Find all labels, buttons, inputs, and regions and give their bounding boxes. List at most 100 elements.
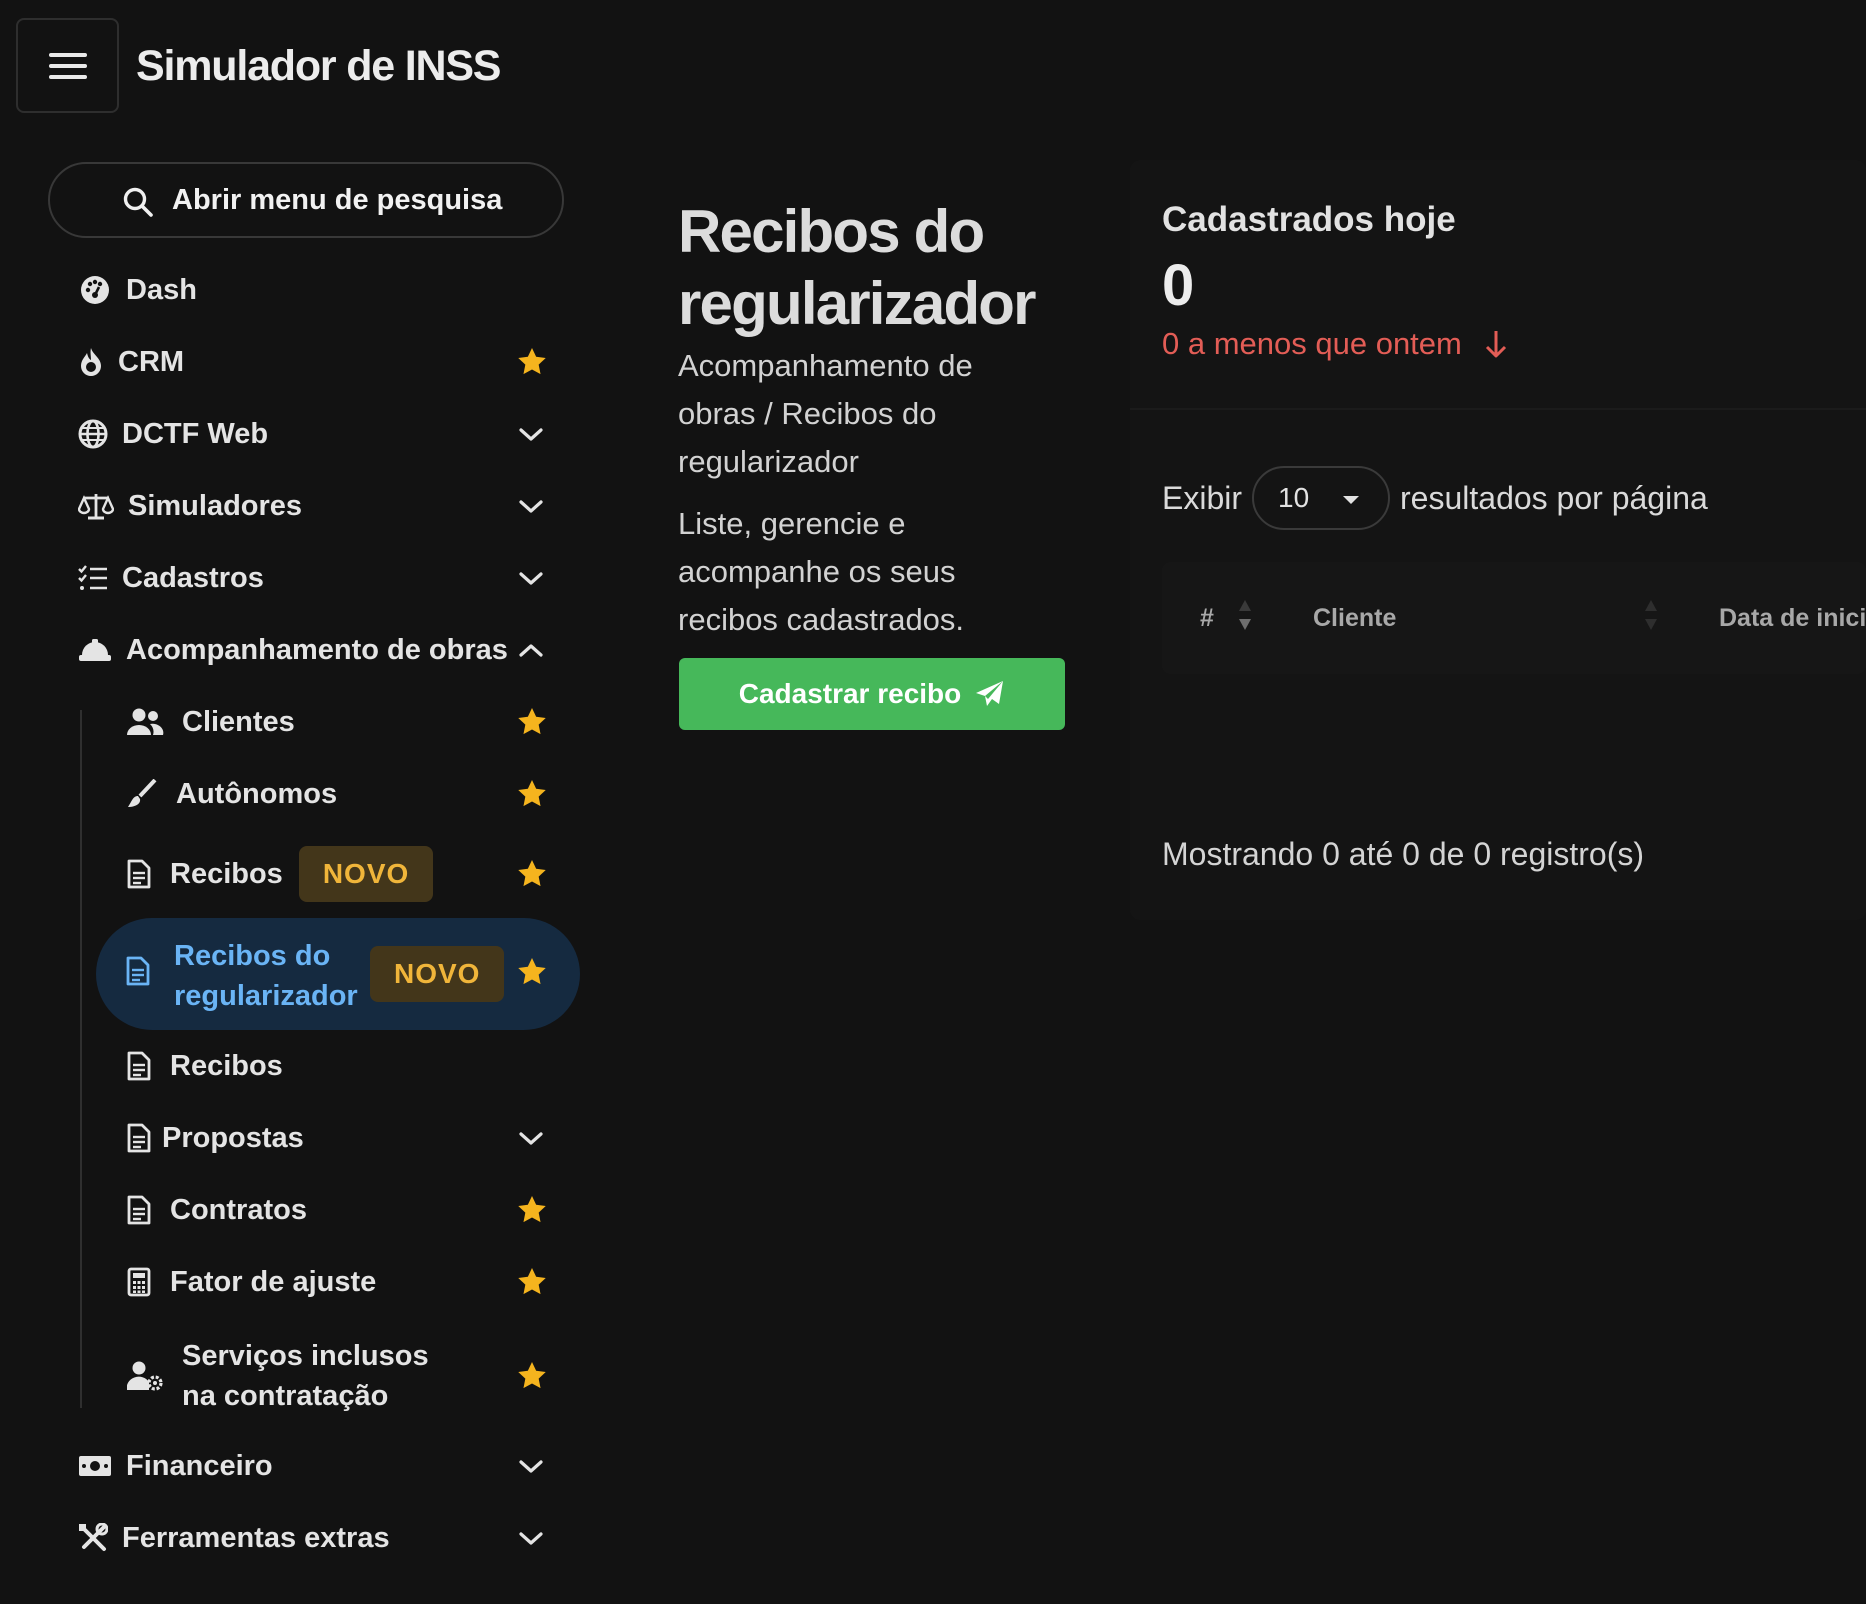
column-header-data-de-inicio[interactable]: Data de inici (1719, 604, 1866, 633)
sidebar-subitem-fator-de-ajuste[interactable]: Fator de ajuste (126, 1252, 558, 1312)
table-header: # Cliente Data de inici (1162, 562, 1866, 674)
document-icon (126, 1121, 152, 1155)
search-menu-button[interactable]: Abrir menu de pesquisa (48, 162, 564, 238)
page-title: Recibos do regularizador (678, 198, 1037, 337)
sidebar-item-label: Recibos (170, 857, 283, 890)
menu-toggle-button[interactable] (16, 18, 119, 113)
chevron-down-icon (518, 1126, 544, 1150)
sidebar-item-label: Dash (126, 273, 197, 306)
new-badge: NOVO (298, 846, 434, 902)
caret-down-icon (1342, 495, 1360, 505)
hard-hat-icon (78, 633, 112, 667)
sidebar-item-label: Ferramentas extras (122, 1521, 390, 1554)
sidebar-item-label: Autônomos (176, 777, 338, 810)
sidebar-item-label: Fator de ajuste (170, 1265, 377, 1298)
dashboard-icon (78, 273, 112, 307)
chevron-down-icon (518, 422, 544, 446)
per-page-label: resultados por página (1400, 479, 1708, 516)
sidebar-item-label: DCTF Web (122, 417, 269, 450)
stat-delta-text: 0 a menos que ontem (1162, 326, 1462, 361)
star-icon[interactable] (516, 346, 548, 378)
cadastrar-recibo-label: Cadastrar recibo (738, 678, 962, 709)
new-badge: NOVO (370, 946, 505, 1002)
show-label: Exibir (1162, 479, 1243, 516)
sidebar-item-financeiro[interactable]: Financeiro (78, 1436, 558, 1496)
checklist-icon (78, 561, 108, 595)
breadcrumb: Acompanhamento de obras / Recibos do reg… (678, 348, 973, 479)
chevron-down-icon (518, 566, 544, 590)
sidebar-item-label: Recibos (170, 1049, 283, 1082)
money-icon (78, 1449, 112, 1483)
chevron-down-icon (518, 494, 544, 518)
star-icon[interactable] (516, 858, 548, 890)
hamburger-icon (48, 46, 87, 86)
star-icon[interactable] (516, 1266, 548, 1298)
sidebar-item-cadastros[interactable]: Cadastros (78, 548, 558, 608)
submenu-guide-line (80, 710, 82, 1408)
sidebar-item-dash[interactable]: Dash (78, 260, 558, 320)
tools-icon (78, 1521, 108, 1555)
column-header-index[interactable]: # (1200, 604, 1214, 633)
sidebar-item-label: Recibos do regularizador (174, 940, 358, 1012)
document-icon (126, 857, 152, 891)
star-icon[interactable] (516, 956, 548, 988)
sidebar-item-label: Clientes (182, 705, 295, 738)
document-icon (126, 1049, 152, 1083)
sort-icon[interactable] (1644, 598, 1658, 632)
app-title: Simulador de INSS (136, 42, 501, 90)
page-size-select[interactable]: 10 (1252, 466, 1391, 530)
column-header-cliente[interactable]: Cliente (1313, 604, 1396, 633)
stat-title: Cadastrados hoje (1162, 200, 1456, 239)
document-icon (126, 956, 150, 986)
panel-divider (1130, 408, 1866, 410)
chevron-down-icon (518, 1454, 544, 1478)
sidebar-item-label: Propostas (162, 1121, 304, 1154)
sidebar-item-label: CRM (118, 345, 185, 378)
paper-plane-icon (975, 680, 1005, 708)
sidebar-item-label: Financeiro (126, 1449, 273, 1482)
sidebar-item-simuladores[interactable]: Simuladores (78, 476, 558, 536)
calculator-icon (126, 1265, 152, 1299)
star-icon[interactable] (516, 1194, 548, 1226)
chevron-down-icon (518, 1526, 544, 1550)
star-icon[interactable] (516, 706, 548, 738)
star-icon[interactable] (516, 778, 548, 810)
fire-icon (78, 345, 104, 379)
sidebar-item-label: Cadastros (122, 561, 264, 594)
sidebar-subitem-recibos[interactable]: Recibos (126, 1036, 558, 1096)
search-icon (122, 186, 154, 218)
sidebar-subitem-contratos[interactable]: Contratos (126, 1180, 558, 1240)
sidebar-subitem-clientes[interactable]: Clientes (126, 692, 558, 752)
search-menu-label: Abrir menu de pesquisa (172, 183, 503, 216)
stat-value: 0 (1162, 253, 1195, 318)
table-info: Mostrando 0 até 0 de 0 registro(s) (1162, 836, 1645, 872)
sidebar-subitem-propostas[interactable]: Propostas (126, 1108, 558, 1168)
document-icon (126, 1193, 152, 1227)
top-header: Simulador de INSS (0, 0, 1866, 130)
arrow-down-icon (1484, 329, 1508, 359)
stats-and-table-panel (1130, 160, 1866, 920)
sidebar-item-ferramentas-extras[interactable]: Ferramentas extras (78, 1508, 558, 1568)
star-icon[interactable] (516, 1360, 548, 1392)
sidebar-item-crm[interactable]: CRM (78, 332, 558, 392)
brush-icon (126, 777, 158, 811)
sidebar-item-label: Contratos (170, 1193, 307, 1226)
sidebar-subitem-recibos-do-regularizador[interactable]: Recibos do regularizador NOVO (96, 918, 580, 1030)
sidebar-subitem-autonomos[interactable]: Autônomos (126, 764, 558, 824)
sidebar-item-label: Serviços inclusos na contratação (182, 1340, 429, 1412)
cadastrar-recibo-button[interactable]: Cadastrar recibo (679, 658, 1065, 730)
globe-icon (78, 417, 108, 451)
stat-delta: 0 a menos que ontem (1162, 326, 1508, 362)
chevron-up-icon (518, 638, 544, 662)
page-size-control: Exibir 10 resultados por página (1162, 466, 1708, 530)
sidebar-item-acompanhamento-de-obras[interactable]: Acompanhamento de obras (78, 620, 558, 680)
sidebar-item-label: Simuladores (128, 489, 303, 522)
sidebar-item-dctf-web[interactable]: DCTF Web (78, 404, 558, 464)
user-gear-icon (126, 1359, 164, 1393)
sidebar-subitem-recibos-novo[interactable]: Recibos NOVO (126, 844, 558, 904)
scale-icon (78, 489, 114, 523)
users-icon (126, 705, 164, 739)
sidebar-subitem-servicos-inclusos[interactable]: Serviços inclusos na contratação (126, 1334, 558, 1418)
page-description: Liste, gerencie e acompanhe os seus reci… (678, 506, 965, 637)
sort-icon[interactable] (1238, 598, 1252, 632)
